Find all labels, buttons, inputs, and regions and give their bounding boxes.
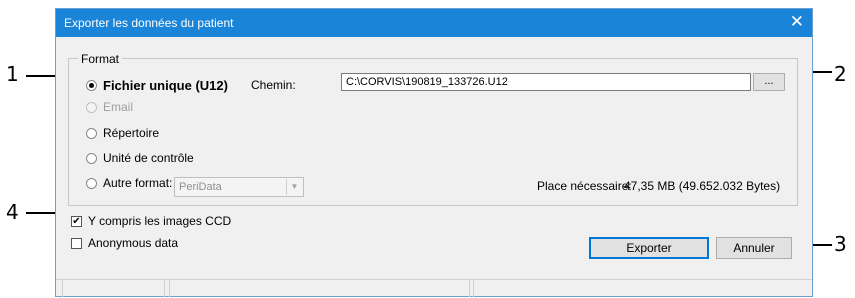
include-ccd-label: Y compris les images CCD: [88, 214, 232, 228]
path-input[interactable]: C:\CORVIS\190819_133726.U12: [341, 73, 751, 91]
status-segment-5: [473, 279, 474, 297]
callout-4: 4: [6, 200, 19, 224]
callout-1: 1: [6, 62, 19, 86]
include-ccd-checkbox[interactable]: ✔ Y compris les images CCD: [71, 214, 231, 228]
export-button[interactable]: Exporter: [589, 237, 709, 259]
path-label: Chemin:: [251, 78, 296, 92]
radio-icon[interactable]: [86, 152, 97, 164]
status-segment-4: [469, 279, 470, 297]
anonymous-data-label: Anonymous data: [88, 236, 179, 250]
radio-icon[interactable]: [86, 177, 97, 189]
status-segment-1: [62, 279, 63, 297]
anonymous-data-checkbox[interactable]: Anonymous data: [71, 236, 178, 250]
radio-control-unit[interactable]: Unité de contrôle: [86, 151, 194, 165]
callout-3: 3: [834, 232, 847, 256]
radio-checked-icon[interactable]: [86, 80, 97, 91]
status-segment-2: [164, 279, 165, 297]
status-segment-3: [169, 279, 170, 297]
other-format-value: PeriData: [179, 181, 222, 193]
export-dialog: Exporter les données du patient ✕ Format…: [55, 8, 813, 297]
radio-other-format-label: Autre format:: [103, 176, 173, 190]
space-required-value: 47,35 MB (49.652.032 Bytes): [624, 179, 781, 193]
format-group-label: Format: [78, 52, 123, 66]
check-icon[interactable]: ✔: [71, 215, 82, 227]
browse-button[interactable]: ...: [753, 73, 785, 91]
radio-single-file-label: Fichier unique (U12): [103, 78, 228, 93]
radio-directory-label: Répertoire: [103, 126, 160, 140]
radio-single-file[interactable]: Fichier unique (U12): [86, 78, 228, 93]
radio-email[interactable]: Email: [86, 100, 133, 114]
dialog-title: Exporter les données du patient: [64, 16, 234, 30]
radio-other-format[interactable]: Autre format:: [86, 176, 172, 190]
radio-control-unit-label: Unité de contrôle: [103, 151, 194, 165]
title-bar: Exporter les données du patient ✕: [56, 9, 812, 37]
close-icon[interactable]: ✕: [790, 12, 804, 32]
radio-directory[interactable]: Répertoire: [86, 126, 159, 140]
checkbox-icon[interactable]: [71, 237, 82, 249]
other-format-select[interactable]: PeriData ▼: [174, 177, 304, 197]
cancel-button[interactable]: Annuler: [716, 237, 792, 259]
radio-email-label: Email: [103, 100, 134, 114]
space-required-label: Place nécessaire:: [537, 179, 632, 193]
radio-icon[interactable]: [86, 127, 97, 139]
callout-2: 2: [834, 62, 847, 86]
chevron-down-icon[interactable]: ▼: [286, 179, 302, 195]
radio-icon[interactable]: [86, 101, 97, 113]
